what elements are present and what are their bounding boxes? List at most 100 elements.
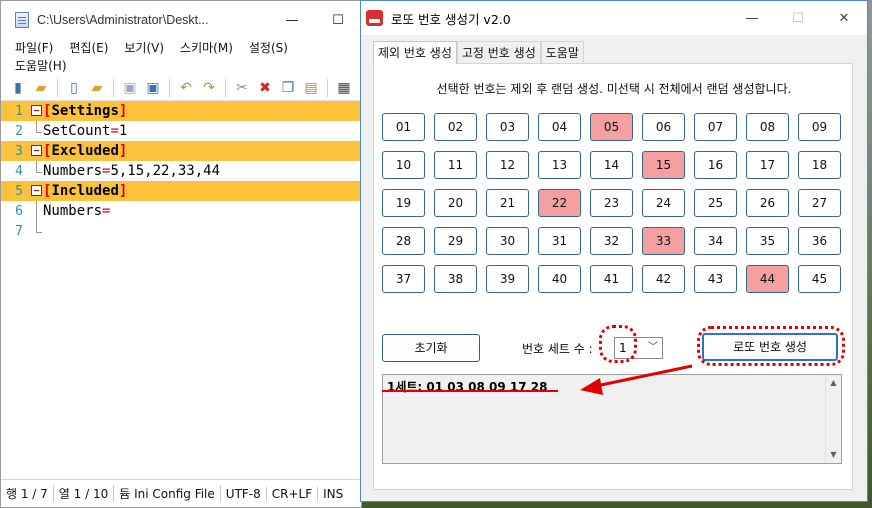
number-button-15[interactable]: 15	[642, 151, 685, 179]
number-button-29[interactable]: 29	[434, 227, 477, 255]
fold-guide	[29, 201, 43, 221]
open-file-icon[interactable]: ▰	[88, 79, 106, 97]
result-scrollbar[interactable]: ▲ ▼	[825, 375, 841, 463]
editor-area[interactable]: 1 [Settings] 2 SetCount=1 3 [Excluded] 4…	[1, 101, 361, 481]
fold-minus-icon[interactable]	[29, 181, 43, 201]
copy-icon[interactable]: ❐	[279, 79, 297, 97]
number-button-24[interactable]: 24	[642, 189, 685, 217]
scroll-up-icon[interactable]: ▲	[826, 375, 841, 391]
menu-help[interactable]: 도움말(H)	[7, 57, 75, 75]
number-button-30[interactable]: 30	[486, 227, 529, 255]
fold-minus-icon[interactable]	[29, 141, 43, 161]
tab-help[interactable]: 도움말	[540, 41, 584, 63]
number-button-05[interactable]: 05	[590, 113, 633, 141]
number-button-32[interactable]: 32	[590, 227, 633, 255]
number-button-28[interactable]: 28	[382, 227, 425, 255]
number-button-39[interactable]: 39	[486, 265, 529, 293]
number-button-03[interactable]: 03	[486, 113, 529, 141]
number-button-44[interactable]: 44	[746, 265, 789, 293]
maximize-button[interactable]: ☐	[315, 13, 361, 28]
book-icon[interactable]: ▮	[9, 79, 27, 97]
number-button-17[interactable]: 17	[746, 151, 789, 179]
lotto-app-icon	[366, 10, 383, 26]
notepad-app-icon	[15, 12, 29, 28]
menu-view[interactable]: 보기(V)	[116, 39, 172, 57]
paste-icon[interactable]: ▤	[302, 79, 320, 97]
number-button-26[interactable]: 26	[746, 189, 789, 217]
status-encoding[interactable]: UTF-8	[221, 486, 267, 501]
cut-icon[interactable]: ✂	[233, 79, 251, 97]
number-button-08[interactable]: 08	[746, 113, 789, 141]
number-button-14[interactable]: 14	[590, 151, 633, 179]
number-button-22[interactable]: 22	[538, 189, 581, 217]
number-button-38[interactable]: 38	[434, 265, 477, 293]
editor-line: 1 [Settings]	[1, 101, 361, 121]
number-button-25[interactable]: 25	[694, 189, 737, 217]
number-button-04[interactable]: 04	[538, 113, 581, 141]
section-header: [Included]	[43, 183, 128, 199]
number-button-06[interactable]: 06	[642, 113, 685, 141]
minimize-button[interactable]: —	[269, 13, 315, 28]
number-button-07[interactable]: 07	[694, 113, 737, 141]
save-all-icon[interactable]: ▣	[144, 79, 162, 97]
status-eol[interactable]: CR+LF	[267, 486, 319, 501]
number-button-40[interactable]: 40	[538, 265, 581, 293]
number-button-09[interactable]: 09	[798, 113, 841, 141]
new-file-icon[interactable]: ▯	[65, 79, 83, 97]
number-button-02[interactable]: 02	[434, 113, 477, 141]
tab-fixed[interactable]: 고정 번호 생성	[456, 41, 541, 63]
number-button-43[interactable]: 43	[694, 265, 737, 293]
redo-icon[interactable]: ↷	[200, 79, 218, 97]
number-button-45[interactable]: 45	[798, 265, 841, 293]
lotto-titlebar: 로또 번호 생성기 v2.0 — ☐ ✕	[361, 1, 867, 35]
chevron-down-icon[interactable]: ﹀	[644, 338, 662, 358]
number-button-11[interactable]: 11	[434, 151, 477, 179]
undo-icon[interactable]: ↶	[177, 79, 195, 97]
number-button-12[interactable]: 12	[486, 151, 529, 179]
tab-exclude[interactable]: 제외 번호 생성	[373, 41, 457, 64]
number-button-27[interactable]: 27	[798, 189, 841, 217]
menu-schema[interactable]: 스키마(M)	[172, 39, 241, 57]
number-button-37[interactable]: 37	[382, 265, 425, 293]
number-button-36[interactable]: 36	[798, 227, 841, 255]
more-icon[interactable]: ▦	[335, 79, 353, 97]
lotto-tabs: 제외 번호 생성 고정 번호 생성 도움말	[373, 41, 584, 64]
number-button-34[interactable]: 34	[694, 227, 737, 255]
number-button-13[interactable]: 13	[538, 151, 581, 179]
number-button-16[interactable]: 16	[694, 151, 737, 179]
menu-file[interactable]: 파일(F)	[7, 39, 61, 57]
key-value-line: Numbers=	[43, 203, 111, 219]
scroll-down-icon[interactable]: ▼	[826, 447, 841, 463]
status-insert-mode[interactable]: INS	[318, 487, 348, 501]
number-button-23[interactable]: 23	[590, 189, 633, 217]
number-button-42[interactable]: 42	[642, 265, 685, 293]
number-button-41[interactable]: 41	[590, 265, 633, 293]
number-button-31[interactable]: 31	[538, 227, 581, 255]
menu-edit[interactable]: 편집(E)	[61, 39, 116, 57]
toolbar-divider	[113, 78, 114, 97]
number-button-20[interactable]: 20	[434, 189, 477, 217]
minimize-button[interactable]: —	[729, 11, 775, 26]
number-button-10[interactable]: 10	[382, 151, 425, 179]
number-button-18[interactable]: 18	[798, 151, 841, 179]
close-icon[interactable]: ✕	[821, 11, 867, 26]
menu-settings[interactable]: 설정(S)	[241, 39, 296, 57]
key-value-line: SetCount=1	[43, 123, 128, 139]
number-button-35[interactable]: 35	[746, 227, 789, 255]
number-button-33[interactable]: 33	[642, 227, 685, 255]
toolbar-divider	[57, 78, 58, 97]
save-icon[interactable]: ▣	[121, 79, 139, 97]
number-button-19[interactable]: 19	[382, 189, 425, 217]
result-textbox[interactable]: 1세트: 01 03 08 09 17 28 ▲ ▼	[382, 374, 842, 464]
reset-button[interactable]: 초기화	[382, 334, 480, 362]
number-button-01[interactable]: 01	[382, 113, 425, 141]
fold-minus-icon[interactable]	[29, 101, 43, 121]
status-filetype[interactable]: 듐 Ini Config File	[114, 485, 221, 502]
line-number: 4	[15, 163, 23, 179]
lotto-window: 로또 번호 생성기 v2.0 — ☐ ✕ 제외 번호 생성 고정 번호 생성 도…	[360, 0, 868, 502]
delete-icon[interactable]: ✖	[256, 79, 274, 97]
editor-line: 6 Numbers=	[1, 201, 361, 221]
editor-line: 3 [Excluded]	[1, 141, 361, 161]
open-folder-icon[interactable]: ▰	[32, 79, 50, 97]
number-button-21[interactable]: 21	[486, 189, 529, 217]
